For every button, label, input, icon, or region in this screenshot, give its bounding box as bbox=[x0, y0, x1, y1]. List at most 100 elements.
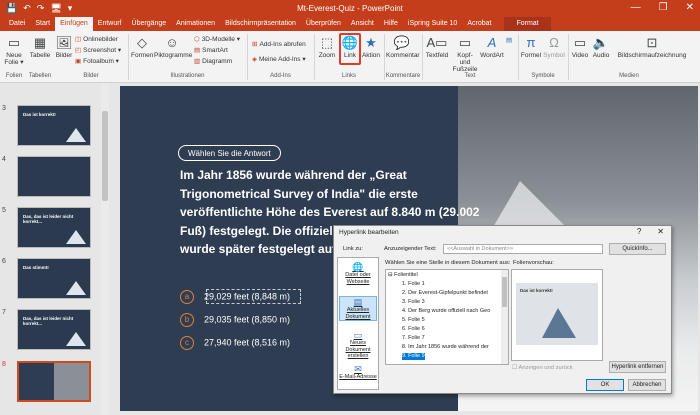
action-button[interactable]: ★ Aktion bbox=[361, 35, 381, 59]
cancel-button[interactable]: Abbrechen bbox=[628, 379, 666, 391]
link-to-email[interactable]: ✉ E-Mail-Adresse bbox=[339, 364, 377, 381]
slide-preview: Das ist korrekt! bbox=[511, 269, 603, 361]
icons-button[interactable]: ☺ Piktogramme bbox=[154, 35, 192, 59]
tab-entwurf[interactable]: Entwurf bbox=[93, 17, 127, 31]
link-button-highlight bbox=[339, 33, 361, 65]
omega-icon: Ω bbox=[549, 35, 559, 50]
help-button[interactable]: ? bbox=[637, 227, 641, 236]
answer-a[interactable]: a 29,029 feet (8,848 m) bbox=[180, 290, 290, 304]
tree-item[interactable]: 3. Folie 3 bbox=[402, 299, 425, 306]
text-extra-icon[interactable]: ▤ bbox=[506, 36, 512, 45]
shapes-icon: ◇ bbox=[137, 35, 147, 50]
tree-scrollbar-thumb[interactable] bbox=[502, 277, 507, 307]
screen-recording-button[interactable]: ⊡ Bildschirmaufzeichnung bbox=[612, 35, 692, 59]
tree-item[interactable]: 5. Folie 5 bbox=[402, 317, 425, 324]
tree-scrollbar[interactable] bbox=[501, 270, 508, 364]
online-picture-icon: ◫ bbox=[75, 36, 82, 43]
shapes-button[interactable]: ◇ Formen bbox=[131, 35, 153, 59]
tab-datei[interactable]: Datei bbox=[4, 17, 30, 31]
pi-icon: π bbox=[526, 35, 536, 50]
group-label-tabellen: Tabellen bbox=[28, 73, 52, 79]
table-button[interactable]: ▦ Tabelle bbox=[28, 35, 52, 59]
chart-button[interactable]: ▥ Diagramm bbox=[194, 57, 232, 66]
slide-thumbnail-pane: 3 Das ist korrekt! 4 5 Das, das ist leid… bbox=[0, 83, 116, 415]
tree-item[interactable]: 4. Der Berg wurde offiziell nach Geo bbox=[402, 308, 490, 315]
3d-models-button[interactable]: ⬡ 3D-Modelle ▾ bbox=[194, 35, 240, 44]
video-button[interactable]: ▭ Video bbox=[570, 35, 590, 59]
tab-ueberpruefen[interactable]: Überprüfen bbox=[301, 17, 346, 31]
link-to-current-document[interactable]: ▤ Aktuelles Dokument bbox=[339, 296, 377, 321]
audio-button[interactable]: 🔈 Audio bbox=[591, 35, 611, 59]
answer-b[interactable]: b 29,035 feet (8,850 m) bbox=[180, 313, 290, 327]
tab-acrobat[interactable]: Acrobat bbox=[462, 17, 496, 31]
header-footer-button[interactable]: ▭ Kopf- und Fußzeile bbox=[451, 35, 479, 73]
new-slide-icon: ▭ bbox=[7, 35, 21, 50]
tree-root[interactable]: ⊟ Folientitel bbox=[388, 272, 418, 279]
slide-thumbnail-selected[interactable] bbox=[17, 361, 91, 402]
link-to-file-or-webpage[interactable]: 🌐 Datei oder Webseite bbox=[339, 262, 377, 285]
quickinfo-button[interactable]: QuickInfo... bbox=[609, 243, 666, 255]
my-addins-button[interactable]: ◈ Meine Add-Ins ▾ bbox=[252, 55, 306, 64]
video-icon: ▭ bbox=[573, 35, 587, 50]
thumbnail-scrollbar[interactable] bbox=[101, 83, 109, 415]
choose-answer-pill[interactable]: Wählen Sie die Antwort bbox=[178, 145, 281, 161]
equation-button[interactable]: π Formel bbox=[520, 35, 542, 59]
slide-preview-label: Folienvorschau: bbox=[513, 260, 554, 266]
dialog-close-button[interactable]: ✕ bbox=[657, 227, 664, 236]
minimize-button[interactable]: — bbox=[631, 2, 641, 13]
online-pictures-button[interactable]: ◫ Onlinebilder bbox=[75, 35, 118, 44]
get-addins-button[interactable]: ⊞ Add-Ins abrufen bbox=[252, 40, 306, 49]
tree-item[interactable]: 8. Im Jahr 1856 wurde während der bbox=[402, 344, 489, 351]
slide-number: 4 bbox=[2, 156, 6, 163]
new-slide-button[interactable]: ▭ Neue Folie ▾ bbox=[3, 35, 25, 66]
tree-item[interactable]: 7. Folie 7 bbox=[402, 335, 425, 342]
tab-einfuegen[interactable]: Einfügen bbox=[55, 17, 93, 31]
comment-button[interactable]: 💬 Kommentar bbox=[386, 35, 420, 59]
window-title: Mt-Everest-Quiz - PowerPoint bbox=[297, 4, 403, 13]
tab-uebergaenge[interactable]: Übergänge bbox=[127, 17, 172, 31]
slide-thumbnail[interactable]: Das, das ist leider nicht korrekt... bbox=[17, 309, 91, 350]
slide-number: 8 bbox=[2, 361, 6, 368]
smartart-button[interactable]: ▤ SmartArt bbox=[194, 46, 228, 55]
tab-start[interactable]: Start bbox=[30, 17, 55, 31]
photo-album-icon: ▣ bbox=[75, 58, 82, 65]
screenshot-button[interactable]: ◰ Screenshot ▾ bbox=[75, 46, 121, 55]
display-text-input[interactable]: <<Auswahl in Dokument>> bbox=[443, 244, 603, 254]
slide-thumbnail[interactable]: Das, das ist leider nicht korrekt... bbox=[17, 207, 91, 248]
symbol-button[interactable]: Ω Symbol bbox=[543, 35, 565, 59]
link-to-new-document[interactable]: ▭ Neues Dokument erstellen bbox=[339, 330, 377, 360]
tree-item[interactable]: 6. Folie 6 bbox=[402, 326, 425, 333]
show-and-return-checkbox[interactable]: ☐ Anzeigen und zurück bbox=[512, 365, 573, 371]
zoom-button[interactable]: ⬚ Zoom bbox=[317, 35, 337, 59]
textbox-button[interactable]: A▭ Textfeld bbox=[424, 35, 450, 59]
tab-format[interactable]: Format bbox=[504, 17, 551, 31]
title-bar: 💾 ↶ ↷ 🖥 ▾ Mt-Everest-Quiz - PowerPoint —… bbox=[0, 0, 700, 17]
textbox-icon: A▭ bbox=[426, 35, 448, 50]
slide-thumbnail[interactable] bbox=[17, 156, 91, 197]
select-place-label: Wählen Sie eine Stelle in diesem Dokumen… bbox=[385, 260, 511, 266]
answer-c[interactable]: c 27,940 feet (8,516 m) bbox=[180, 336, 290, 350]
close-window-button[interactable]: ✕ bbox=[686, 2, 694, 13]
remove-hyperlink-button[interactable]: Hyperlink entfernen bbox=[609, 361, 666, 373]
tab-ansicht[interactable]: Ansicht bbox=[346, 17, 379, 31]
mountain-icon bbox=[542, 308, 576, 338]
mountain-icon bbox=[66, 230, 86, 244]
tree-item[interactable]: 2. Der Everest-Gipfelpunkt befindet bbox=[402, 290, 488, 297]
tree-item[interactable]: 1. Folie 1 bbox=[402, 281, 425, 288]
tab-animationen[interactable]: Animationen bbox=[171, 17, 220, 31]
maximize-button[interactable]: ❐ bbox=[659, 2, 668, 13]
wordart-button[interactable]: A WordArt bbox=[480, 35, 504, 59]
group-label-folien: Folien bbox=[5, 73, 23, 79]
scrollbar-thumb[interactable] bbox=[102, 111, 108, 201]
slide-thumbnail[interactable]: Das ist korrekt! bbox=[17, 105, 91, 146]
tab-bildschirmpraesentation[interactable]: Bildschirmpräsentation bbox=[220, 17, 301, 31]
group-label-illustrationen: Illustrationen bbox=[170, 73, 205, 79]
tab-hilfe[interactable]: Hilfe bbox=[379, 17, 403, 31]
slide-thumbnail[interactable]: Das stimmt! bbox=[17, 258, 91, 299]
pictures-button[interactable]: 🖼 Bilder bbox=[55, 35, 73, 59]
tab-ispring[interactable]: iSpring Suite 10 bbox=[403, 17, 462, 31]
photo-album-button[interactable]: ▣ Fotoalbum ▾ bbox=[75, 57, 119, 66]
slide-number: 5 bbox=[2, 207, 6, 214]
ok-button[interactable]: OK bbox=[586, 379, 624, 391]
tree-item-selected[interactable]: 9. Folie 9 bbox=[402, 353, 425, 360]
